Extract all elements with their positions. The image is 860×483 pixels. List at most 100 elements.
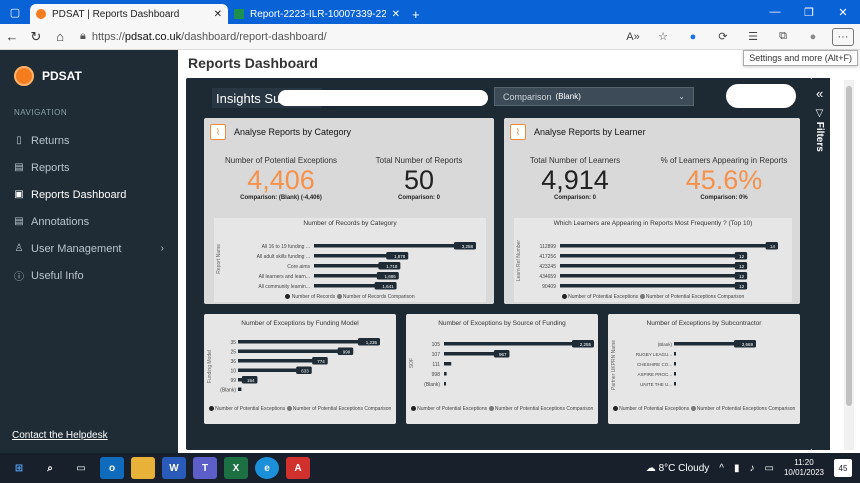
start-windows-icon[interactable]: ⊞ <box>7 457 31 479</box>
chart-category-label: RUGBY LEAGU... <box>636 352 672 357</box>
home-icon[interactable]: ⌂ <box>48 29 72 44</box>
tab-actions-icon[interactable]: ▢ <box>0 0 30 24</box>
learners-frequency-chart: Which Learners are Appearing in Reports … <box>514 218 792 302</box>
volume-icon[interactable]: ♪ <box>750 463 755 474</box>
sidebar-item-label: Returns <box>31 134 70 147</box>
legend-item: Number of Potential Exceptions <box>417 406 488 412</box>
restore-icon[interactable]: ❐ <box>792 0 826 24</box>
chart-data-label: 633 <box>301 368 309 373</box>
chart-bar <box>238 349 352 353</box>
battery-icon[interactable]: ▭ <box>765 463 774 474</box>
extensions-puzzle-icon[interactable]: ⟳ <box>712 30 734 43</box>
favorites-icon[interactable]: ☰ <box>742 30 764 43</box>
kpi-value: 45.6% <box>685 165 763 195</box>
sidebar: PDSAT NAVIGATION ▯ Returns ▤ Reports ▣ R… <box>0 50 178 453</box>
collections-icon[interactable]: ⧉ <box>772 30 794 43</box>
edge-icon[interactable]: e <box>255 457 279 479</box>
sidebar-item-reports-dashboard[interactable]: ▣ Reports Dashboard <box>0 181 178 208</box>
contact-helpdesk-link[interactable]: Contact the Helpdesk <box>12 430 108 441</box>
close-tab-icon[interactable]: ✕ <box>392 9 400 20</box>
chart-data-label: 1,641 <box>382 284 394 289</box>
chart-data-label: 967 <box>499 352 507 357</box>
scrollbar-thumb[interactable] <box>846 86 852 406</box>
collapse-filters-icon[interactable]: « <box>816 86 823 101</box>
sidebar-item-label: Reports Dashboard <box>31 188 127 201</box>
chart-title: Number of Exceptions by Funding Model <box>241 320 359 327</box>
acrobat-icon[interactable]: A <box>286 457 310 479</box>
pdsat-logo-icon <box>14 66 34 86</box>
weather-widget[interactable]: ☁ 8°C Cloudy <box>646 463 709 474</box>
main-content: Reports Dashboard Insights Summ Comparis… <box>178 50 860 453</box>
teams-icon[interactable]: T <box>193 457 217 479</box>
legend-dot-icon <box>336 294 342 300</box>
legend-item: Number of Potential Exceptions Compariso… <box>645 294 745 300</box>
tab-title: Report-2223-ILR-10007339-22/... <box>250 8 386 20</box>
chart-category-label: UNITE THE U... <box>640 382 672 387</box>
brand[interactable]: PDSAT <box>0 50 178 86</box>
filters-pane[interactable]: « ▽ Filters <box>812 78 830 450</box>
chart-legend: Number of Potential Exceptions Number of… <box>608 406 800 412</box>
chart-legend: Number of Records Number of Records Comp… <box>214 294 486 300</box>
sidebar-item-useful-info[interactable]: ⓘ Useful Info <box>0 262 178 289</box>
chart-title: Number of Exceptions by Subcontractor <box>646 320 762 327</box>
task-view-icon[interactable]: ▭ <box>69 457 93 479</box>
show-hidden-icons-icon[interactable]: ^ <box>719 463 724 474</box>
favorite-star-icon[interactable]: ☆ <box>652 30 674 43</box>
chart-data-label: 12 <box>739 264 745 269</box>
chart-bar <box>314 244 474 248</box>
profile-avatar-icon[interactable]: ● <box>802 31 824 43</box>
chart-bar <box>444 342 592 346</box>
kpi-label: % of Learners Appearing in Reports <box>660 156 788 165</box>
notifications-badge[interactable]: 45 <box>834 459 852 477</box>
minimize-icon[interactable]: — <box>758 0 792 24</box>
tab-title: PDSAT | Reports Dashboard <box>52 8 180 20</box>
nav-section-label: NAVIGATION <box>14 108 68 117</box>
legend-item: Number of Potential Exceptions Compariso… <box>292 406 392 412</box>
settings-more-button[interactable]: ··· <box>832 27 854 46</box>
chart-category-label: 417256 <box>539 254 556 260</box>
chart-category-label: 998 <box>432 372 441 378</box>
kpi-value: 4,914 <box>541 165 609 195</box>
page-scrollbar[interactable] <box>844 80 854 450</box>
tab-pdsat[interactable]: PDSAT | Reports Dashboard ✕ <box>30 4 228 24</box>
url-field[interactable]: 🔒︎ https://pdsat.co.uk/dashboard/report-… <box>80 27 622 47</box>
read-aloud-icon[interactable]: A» <box>622 31 644 43</box>
chart-bar <box>560 264 746 268</box>
close-tab-icon[interactable]: ✕ <box>214 9 222 20</box>
file-explorer-icon[interactable] <box>131 457 155 479</box>
legend-item: Number of Records Comparison <box>342 294 415 300</box>
refresh-icon[interactable]: ↻ <box>24 29 48 45</box>
chart-category-label: CHESHIRE CO... <box>637 362 672 367</box>
chart-bar <box>238 340 378 344</box>
network-icon[interactable]: ▮ <box>734 463 740 474</box>
new-tab-button[interactable]: + <box>406 4 426 24</box>
chart-bar <box>444 372 447 376</box>
category-card: ⌇ Analyse Reports by Category Number of … <box>204 118 494 304</box>
window-controls: — ❐ ✕ <box>758 0 860 24</box>
close-window-icon[interactable]: ✕ <box>826 0 860 24</box>
legend-dot-icon <box>639 294 645 300</box>
sidebar-item-returns[interactable]: ▯ Returns <box>0 127 178 154</box>
search-icon[interactable]: ⌕ <box>38 457 62 479</box>
info-icon: ⓘ <box>14 272 24 283</box>
sidebar-item-annotations[interactable]: ▤ Annotations <box>0 208 178 235</box>
tab-report[interactable]: Report-2223-ILR-10007339-22/... ✕ <box>228 4 406 24</box>
extension-icon[interactable]: ● <box>682 31 704 43</box>
dashboard-icon: ▣ <box>14 189 24 200</box>
chart-category-label: (Blank) <box>220 388 236 394</box>
clock[interactable]: 11:20 10/01/2023 <box>784 458 824 478</box>
chart-title: Number of Records by Category <box>303 220 397 227</box>
comparison-dropdown[interactable]: Comparison (Blank) ⌄ <box>494 87 694 106</box>
chart-data-label: 3,258 <box>462 244 474 249</box>
redacted-area <box>278 90 488 106</box>
chart-category-label: All 16 to 19 funding ... <box>262 244 310 250</box>
sidebar-item-reports[interactable]: ▤ Reports <box>0 154 178 181</box>
url-domain: pdsat.co.uk <box>124 30 182 43</box>
chart-category-label: 434659 <box>539 274 556 280</box>
sidebar-item-user-management[interactable]: ♙ User Management › <box>0 235 178 262</box>
back-icon[interactable]: ← <box>0 29 24 44</box>
outlook-icon[interactable]: o <box>100 457 124 479</box>
word-icon[interactable]: W <box>162 457 186 479</box>
chart-category-label: 10 <box>230 369 236 375</box>
excel-icon[interactable]: X <box>224 457 248 479</box>
